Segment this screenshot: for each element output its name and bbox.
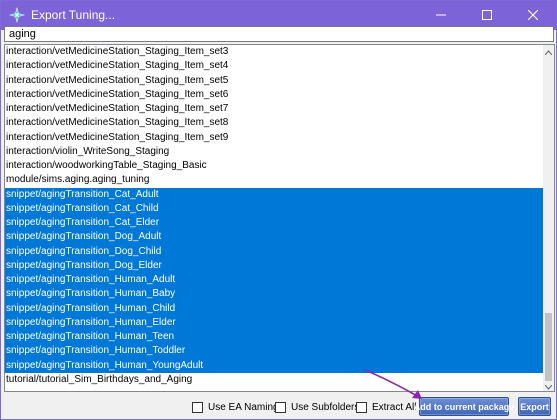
export-button[interactable]: Export <box>518 397 551 416</box>
list-item[interactable]: snippet/agingTransition_Human_Toddler <box>5 344 545 359</box>
list-item[interactable]: snippet/agingTransition_Dog_Elder <box>5 258 545 273</box>
add-to-current-package-button[interactable]: Add to current package <box>414 397 514 416</box>
list-item[interactable]: interaction/vetMedicineStation_Staging_I… <box>5 59 545 73</box>
extract-all-checkbox[interactable]: Extract All <box>356 401 416 413</box>
footer-bar: Use EA Naming Use Subfolders Extract All… <box>1 393 556 419</box>
list-item[interactable]: snippet/agingTransition_Cat_Adult <box>5 187 545 202</box>
list-item[interactable]: snippet/agingTransition_Human_Child <box>5 301 545 316</box>
scroll-down-button[interactable] <box>543 380 554 391</box>
list-item[interactable]: snippet/agingTransition_Human_Teen <box>5 330 545 345</box>
search-input[interactable] <box>4 26 554 42</box>
list-item[interactable]: snippet/agingTransition_Dog_Adult <box>5 230 545 245</box>
checkbox-box <box>192 401 203 413</box>
export-tuning-window: Export Tuning... interaction/vetMedicine… <box>0 0 557 420</box>
app-icon <box>8 6 26 24</box>
vertical-scrollbar[interactable] <box>543 45 554 391</box>
list-item[interactable]: snippet/agingTransition_Human_Baby <box>5 287 545 302</box>
scroll-thumb[interactable] <box>545 313 552 381</box>
list-item[interactable]: snippet/agingTransition_Dog_Child <box>5 244 545 259</box>
tuning-list: interaction/vetMedicineStation_Staging_I… <box>5 45 545 391</box>
list-item[interactable]: snippet/agingTransition_Human_YoungAdult <box>5 358 545 373</box>
minimize-icon <box>436 9 446 23</box>
close-icon <box>527 9 539 23</box>
extract-all-label: Extract All <box>372 401 417 413</box>
use-subfolders-label: Use Subfolders <box>291 401 360 413</box>
list-item[interactable]: snippet/agingTransition_Cat_Child <box>5 201 545 216</box>
chevron-up-icon <box>544 45 553 58</box>
list-item[interactable]: interaction/woodworkingTable_Staging_Bas… <box>5 159 545 173</box>
tuning-listbox[interactable]: interaction/vetMedicineStation_Staging_I… <box>4 44 555 392</box>
list-item[interactable]: interaction/vetMedicineStation_Staging_I… <box>5 74 545 88</box>
use-ea-naming-label: Use EA Naming <box>208 401 279 413</box>
maximize-icon <box>482 9 492 23</box>
checkbox-box <box>275 401 286 413</box>
checkbox-box <box>356 401 367 413</box>
list-item[interactable]: snippet/agingTransition_Human_Adult <box>5 273 545 288</box>
list-item[interactable]: interaction/vetMedicineStation_Staging_I… <box>5 116 545 130</box>
list-item[interactable]: interaction/vetMedicineStation_Staging_I… <box>5 102 545 116</box>
chevron-down-icon <box>544 379 553 392</box>
list-item[interactable]: tutorial/tutorial_Sim_Birthdays_and_Agin… <box>5 373 545 387</box>
window-title: Export Tuning... <box>31 8 116 22</box>
list-item[interactable]: interaction/violin_WriteSong_Staging <box>5 145 545 159</box>
use-subfolders-checkbox[interactable]: Use Subfolders <box>275 401 359 413</box>
list-item[interactable]: snippet/agingTransition_Human_Elder <box>5 315 545 330</box>
use-ea-naming-checkbox[interactable]: Use EA Naming <box>192 401 279 413</box>
list-item[interactable]: module/sims.aging.aging_tuning <box>5 173 545 187</box>
scroll-up-button[interactable] <box>543 45 554 56</box>
list-item[interactable]: interaction/vetMedicineStation_Staging_I… <box>5 131 545 145</box>
list-item[interactable]: snippet/agingTransition_Cat_Elder <box>5 216 545 231</box>
list-item[interactable]: interaction/vetMedicineStation_Staging_I… <box>5 45 545 59</box>
list-item[interactable]: interaction/vetMedicineStation_Staging_I… <box>5 88 545 102</box>
